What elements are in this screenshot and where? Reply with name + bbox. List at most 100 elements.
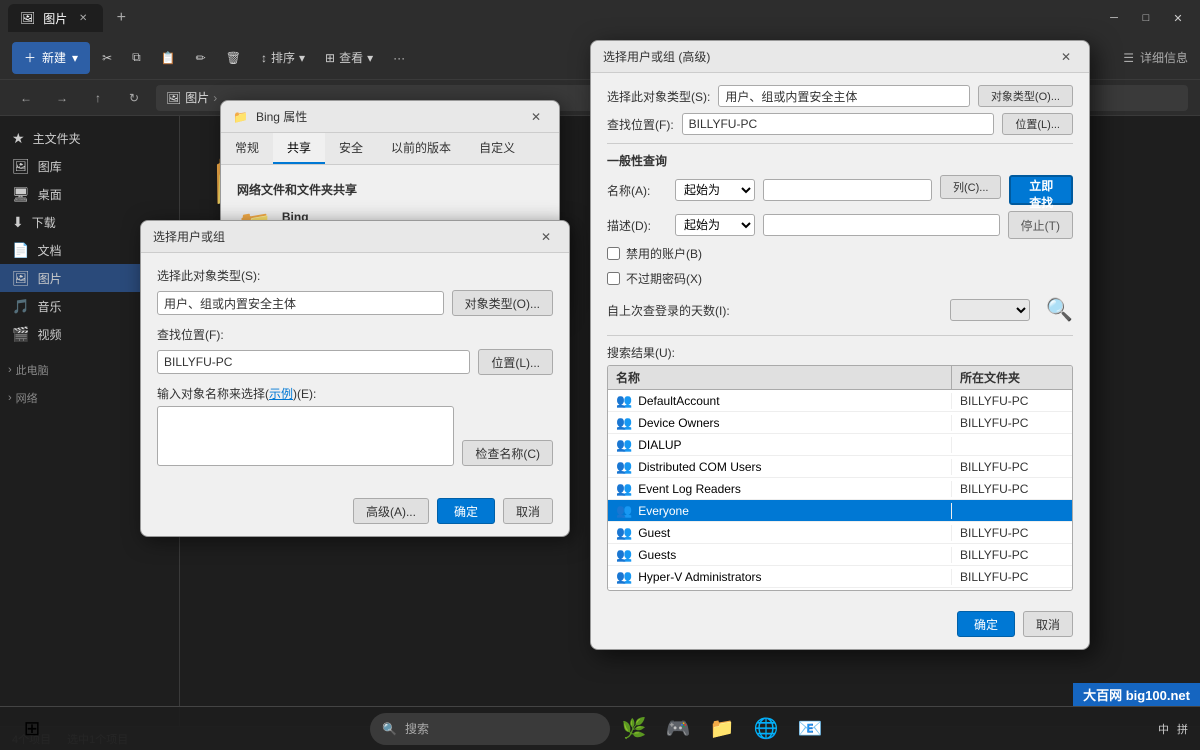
address-chevron: › <box>213 91 217 105</box>
adv-cancel-button[interactable]: 取消 <box>1023 611 1073 637</box>
rename-button[interactable]: ✏ <box>188 42 214 74</box>
general-query-title: 一般性查询 <box>607 152 1073 169</box>
view-button[interactable]: ⊞ 查看 ▾ <box>317 42 381 74</box>
new-button[interactable]: ＋ 新建 ▾ <box>12 42 90 74</box>
taskbar-browser-icon[interactable]: 🌐 <box>746 709 786 749</box>
results-table: 名称 所在文件夹 👥DefaultAccountBILLYFU-PC👥Devic… <box>607 365 1073 591</box>
taskbar-mail-icon[interactable]: 📧 <box>790 709 830 749</box>
column-btn[interactable]: 列(C)... <box>940 175 1001 199</box>
result-name-text: Hyper-V Administrators <box>638 570 761 584</box>
user-group-icon: 👥 <box>616 437 632 453</box>
user-group-icon: 👥 <box>616 393 632 409</box>
forward-button[interactable]: → <box>48 84 76 112</box>
adv-object-type-btn[interactable]: 对象类型(O)... <box>978 85 1073 107</box>
minimize-button[interactable]: ─ <box>1100 7 1128 29</box>
result-row[interactable]: 👥DIALUP <box>608 434 1072 456</box>
days-label: 自上次查登录的天数(I): <box>607 302 942 319</box>
tab-general[interactable]: 常规 <box>221 133 273 164</box>
detail-icon: ☰ <box>1123 51 1134 65</box>
tab-security[interactable]: 安全 <box>325 133 377 164</box>
select-user-advanced-close[interactable]: ✕ <box>1055 46 1077 68</box>
copy-button[interactable]: ⧉ <box>124 42 149 74</box>
user-group-icon: 👥 <box>616 525 632 541</box>
new-dropdown-icon: ▾ <box>72 51 78 65</box>
select-user-cancel[interactable]: 取消 <box>503 498 553 524</box>
bing-props-close[interactable]: ✕ <box>525 106 547 128</box>
find-button[interactable]: 立即查找(N) <box>1009 175 1073 205</box>
sidebar-item-gallery[interactable]: 🖼 图库 <box>0 152 179 180</box>
select-user-small-footer: 高级(A)... 确定 取消 <box>141 490 569 536</box>
sidebar-item-desktop[interactable]: 🖥 桌面 <box>0 180 179 208</box>
delete-icon: 🗑 <box>226 51 241 65</box>
disabled-account-checkbox[interactable] <box>607 247 620 260</box>
example-link[interactable]: 示例 <box>269 387 293 401</box>
gallery-icon: 🖼 <box>12 158 30 175</box>
result-row[interactable]: 👥GuestBILLYFU-PC <box>608 522 1072 544</box>
result-row[interactable]: 👥GuestsBILLYFU-PC <box>608 544 1072 566</box>
separator1 <box>607 143 1073 144</box>
pictures-icon: 🖼 <box>12 270 30 287</box>
name-condition-select[interactable]: 起始为 <box>675 179 755 201</box>
home-icon: ★ <box>12 130 25 147</box>
result-row[interactable]: 👥IIS_IUSRSBILLYFU-PC <box>608 588 1072 590</box>
tab-share[interactable]: 共享 <box>273 133 325 164</box>
refresh-button[interactable]: ↻ <box>120 84 148 112</box>
start-button[interactable]: ⊞ <box>12 709 52 749</box>
object-type-button[interactable]: 对象类型(O)... <box>452 290 553 316</box>
result-name-cell: 👥DefaultAccount <box>608 393 952 409</box>
result-row[interactable]: 👥Event Log ReadersBILLYFU-PC <box>608 478 1072 500</box>
up-button[interactable]: ↑ <box>84 84 112 112</box>
more-button[interactable]: ··· <box>385 42 413 74</box>
sort-button[interactable]: ↕ 排序 ▾ <box>253 42 313 74</box>
result-location-cell: BILLYFU-PC <box>952 416 1072 430</box>
days-select[interactable] <box>950 299 1030 321</box>
general-query-section: 一般性查询 名称(A): 起始为 列(C)... 立即查找(N) 描述(D): … <box>607 152 1073 323</box>
tab-label: 图片 <box>43 10 67 27</box>
taskbar-game-icon[interactable]: 🎮 <box>658 709 698 749</box>
tab-pictures[interactable]: 🖼 图片 ✕ <box>8 4 103 32</box>
result-location-cell: BILLYFU-PC <box>952 526 1072 540</box>
select-user-adv-title: 选择用户或组 (高级) <box>603 48 710 65</box>
bing-props-titlebar: 📁 Bing 属性 ✕ <box>221 101 559 133</box>
taskbar-explorer-icon[interactable]: 📁 <box>702 709 742 749</box>
result-row[interactable]: 👥DefaultAccountBILLYFU-PC <box>608 390 1072 412</box>
location-label-row: 查找位置(F): <box>157 326 553 343</box>
check-names-button[interactable]: 检查名称(C) <box>462 440 553 466</box>
location-button[interactable]: 位置(L)... <box>478 349 553 375</box>
results-header: 名称 所在文件夹 <box>608 366 1072 390</box>
cut-button[interactable]: ✂ <box>94 42 120 74</box>
close-button[interactable]: ✕ <box>1164 7 1192 29</box>
desktop-icon: 🖥 <box>12 186 30 203</box>
taskbar-search-box[interactable]: 🔍 搜索 <box>370 713 610 745</box>
stop-button[interactable]: 停止(T) <box>1008 211 1073 239</box>
adv-ok-button[interactable]: 确定 <box>957 611 1015 637</box>
result-row[interactable]: 👥Device OwnersBILLYFU-PC <box>608 412 1072 434</box>
tab-custom[interactable]: 自定义 <box>465 133 529 164</box>
object-name-input[interactable] <box>157 406 454 466</box>
delete-button[interactable]: 🗑 <box>218 42 249 74</box>
sidebar-label-music: 音乐 <box>37 298 61 315</box>
name-query-input[interactable] <box>763 179 932 201</box>
result-row[interactable]: 👥Distributed COM UsersBILLYFU-PC <box>608 456 1072 478</box>
adv-location-btn[interactable]: 位置(L)... <box>1002 113 1073 135</box>
taskbar-nature-icon[interactable]: 🌿 <box>614 709 654 749</box>
paste-button[interactable]: 📋 <box>153 42 184 74</box>
tab-previous[interactable]: 以前的版本 <box>377 133 465 164</box>
tab-close[interactable]: ✕ <box>75 10 91 26</box>
back-button[interactable]: ← <box>12 84 40 112</box>
result-row[interactable]: 👥Everyone <box>608 500 1072 522</box>
advanced-button[interactable]: 高级(A)... <box>353 498 429 524</box>
result-location-cell: BILLYFU-PC <box>952 460 1072 474</box>
select-user-small-close[interactable]: ✕ <box>535 226 557 248</box>
no-expire-checkbox[interactable] <box>607 272 620 285</box>
desc-condition-select[interactable]: 起始为 <box>675 214 755 236</box>
desc-query-input[interactable] <box>763 214 1000 236</box>
sidebar-item-home[interactable]: ★ 主文件夹 <box>0 124 179 152</box>
paste-icon: 📋 <box>161 51 176 65</box>
result-row[interactable]: 👥Hyper-V AdministratorsBILLYFU-PC <box>608 566 1072 588</box>
new-tab-button[interactable]: + <box>107 4 135 32</box>
select-user-ok[interactable]: 确定 <box>437 498 495 524</box>
enter-name-label: 输入对象名称来选择(示例)(E): <box>157 385 553 402</box>
maximize-button[interactable]: □ <box>1132 7 1160 29</box>
result-name-cell: 👥Device Owners <box>608 415 952 431</box>
